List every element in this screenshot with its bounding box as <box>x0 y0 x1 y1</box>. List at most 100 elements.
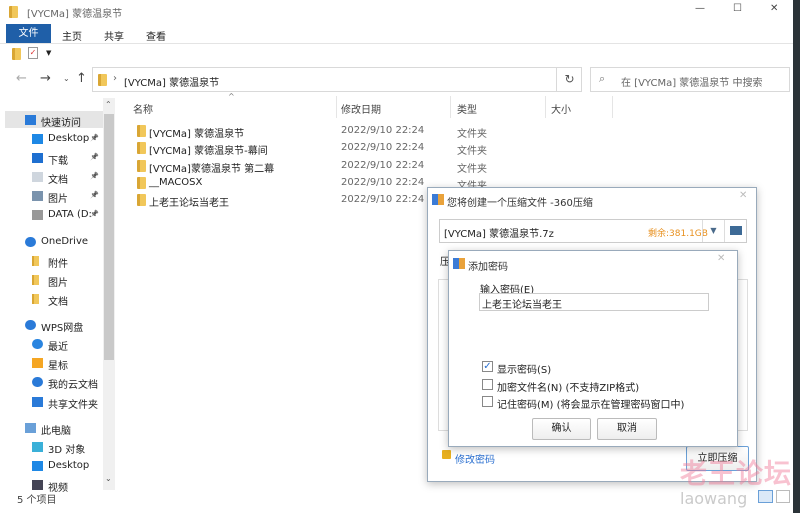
address-bar[interactable]: › [VYCMa] 蒙德温泉节 ↻ <box>92 67 582 92</box>
filename-value: [VYCMa] 蒙德温泉节.7z <box>444 229 554 240</box>
star-icon <box>32 358 43 368</box>
breadcrumb-separator: › <box>113 73 117 84</box>
close-button[interactable]: ✕ <box>739 190 747 201</box>
search-icon: ⌕ <box>599 72 606 85</box>
document-icon <box>32 172 43 182</box>
dropdown-icon[interactable]: ▼ <box>702 220 724 242</box>
back-button[interactable]: ← <box>16 71 27 86</box>
sidebar-item-label: 星标 <box>48 361 68 372</box>
maximize-button[interactable]: ☐ <box>733 3 742 14</box>
properties-icon[interactable]: ✓ <box>28 47 38 59</box>
sidebar-item[interactable]: 星标 <box>32 357 68 372</box>
option-label: 加密文件名(N) (不支持ZIP格式) <box>497 382 640 394</box>
up-button[interactable]: ↑ <box>76 71 87 86</box>
sidebar-item-label: 我的云文档 <box>48 380 98 391</box>
tab-share[interactable]: 共享 <box>104 28 124 43</box>
details-view-button[interactable] <box>758 490 773 503</box>
cancel-button[interactable]: 取消 <box>597 418 657 440</box>
browse-folder-button[interactable] <box>724 220 746 242</box>
password-value: 上老王论坛当老王 <box>482 300 562 311</box>
filename-combobox[interactable]: [VYCMa] 蒙德温泉节.7z 剩余:381.1GB ▼ <box>439 219 747 243</box>
folder-icon <box>137 125 146 137</box>
sidebar-item[interactable]: 3D 对象 <box>32 441 85 456</box>
sidebar-item[interactable]: 下载 <box>32 152 68 167</box>
sidebar-item-label: 最近 <box>48 342 68 353</box>
cloud-icon <box>32 377 43 387</box>
close-button[interactable]: ✕ <box>717 253 725 264</box>
search-placeholder: 在 [VYCMa] 蒙德温泉节 中搜索 <box>621 78 763 89</box>
search-input[interactable]: ⌕ 在 [VYCMa] 蒙德温泉节 中搜索 <box>590 67 790 92</box>
computer-icon <box>25 423 36 433</box>
large-icons-view-button[interactable] <box>776 490 790 503</box>
option-label: 显示密码(S) <box>497 365 552 376</box>
sidebar-item-label: 图片 <box>48 278 68 289</box>
desktop-icon <box>32 134 43 144</box>
folder-icon[interactable] <box>12 48 21 60</box>
sidebar-item[interactable]: OneDrive <box>25 236 88 247</box>
sidebar-item[interactable]: DATA (D: <box>32 209 92 220</box>
file-date: 2022/9/10 22:24 <box>341 125 425 136</box>
ok-button[interactable]: 确认 <box>532 418 591 440</box>
recent-dropdown-icon[interactable]: ⌄ <box>63 74 70 83</box>
star-icon <box>25 115 36 125</box>
dialog-title: 添加密码 <box>468 262 508 273</box>
customize-toolbar-icon[interactable]: ▼ <box>46 49 51 57</box>
sidebar-item[interactable]: Desktop <box>32 133 90 144</box>
pin-icon[interactable]: 📌 <box>90 134 99 142</box>
option-checkbox[interactable]: ✓ <box>482 361 493 372</box>
sidebar-item[interactable]: WPS网盘 <box>25 319 84 334</box>
forward-button[interactable]: → <box>40 71 51 86</box>
change-password-link[interactable]: 修改密码 <box>455 451 495 466</box>
sidebar-item-label: Desktop <box>48 133 90 144</box>
folder-icon <box>137 176 146 189</box>
option-label: 记住密码(M) (将会显示在管理密码窗口中) <box>497 400 685 411</box>
tab-file[interactable]: 文件 <box>6 24 51 43</box>
folder-icon <box>137 142 146 155</box>
dialog-title: 您将创建一个压缩文件 -360压缩 <box>447 198 593 209</box>
sidebar-item-label: Desktop <box>48 460 90 471</box>
folder-icon <box>137 194 146 207</box>
sidebar-item[interactable]: 共享文件夹 <box>32 396 98 411</box>
option-checkbox[interactable] <box>482 396 493 407</box>
sidebar-item[interactable]: 快速访问 <box>25 114 81 129</box>
sidebar-item-label: 共享文件夹 <box>48 400 98 411</box>
sidebar-item[interactable]: 最近 <box>32 338 68 353</box>
file-name: [VYCMa]蒙德温泉节 第二幕 <box>149 163 275 175</box>
app-logo-icon <box>432 194 444 205</box>
file-date: 2022/9/10 22:24 <box>341 142 425 154</box>
file-date: 2022/9/10 22:24 <box>341 176 425 188</box>
tab-home[interactable]: 主页 <box>62 28 82 43</box>
column-type[interactable]: 类型 <box>457 101 477 116</box>
pin-icon[interactable]: 📌 <box>90 210 99 218</box>
password-input[interactable]: 上老王论坛当老王 <box>479 293 709 311</box>
sidebar-item[interactable]: 文档 <box>32 171 68 186</box>
pin-icon[interactable]: 📌 <box>90 172 99 180</box>
tab-view[interactable]: 查看 <box>146 28 166 43</box>
window-title: [VYCMa] 蒙德温泉节 <box>27 9 123 20</box>
column-date[interactable]: 修改日期 <box>341 101 381 116</box>
pin-icon[interactable]: 📌 <box>90 153 99 161</box>
column-name[interactable]: 名称 <box>133 101 153 116</box>
minimize-button[interactable]: — <box>695 3 705 14</box>
sidebar-item[interactable]: 文档 <box>32 293 68 308</box>
sidebar-item[interactable]: 图片 <box>32 274 68 289</box>
sidebar-item[interactable]: 此电脑 <box>25 422 71 437</box>
sidebar-item[interactable]: 图片 <box>32 190 68 205</box>
file-type: 文件夹 <box>457 146 487 158</box>
status-item-count: 5 个项目 <box>17 495 57 506</box>
sidebar-item[interactable]: 附件 <box>32 255 68 270</box>
refresh-button[interactable]: ↻ <box>556 68 582 91</box>
folder-icon <box>32 294 39 304</box>
breadcrumb[interactable]: [VYCMa] 蒙德温泉节 <box>124 74 219 89</box>
sidebar-item[interactable]: Desktop <box>32 460 90 471</box>
folder-icon <box>32 275 39 285</box>
sidebar-scrollbar[interactable]: ⌃ ⌄ <box>103 98 115 490</box>
column-size[interactable]: 大小 <box>551 101 571 116</box>
option-checkbox[interactable] <box>482 378 493 390</box>
file-name: [VYCMa] 蒙德温泉节-幕间 <box>149 146 268 158</box>
close-button[interactable]: ✕ <box>770 3 778 14</box>
pin-icon[interactable]: 📌 <box>90 191 99 199</box>
sidebar-item[interactable]: 我的云文档 <box>32 376 98 391</box>
file-date: 2022/9/10 22:24 <box>341 194 425 206</box>
sidebar-item-label: WPS网盘 <box>41 323 84 334</box>
